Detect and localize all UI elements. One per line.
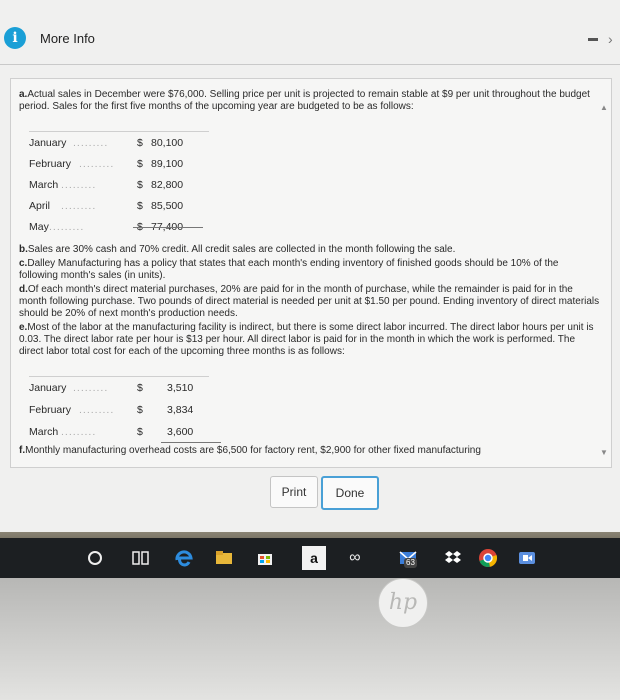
item-d-label: d. bbox=[19, 284, 28, 295]
amount-value: 85,500 bbox=[151, 200, 184, 212]
currency-symbol: $ bbox=[137, 200, 143, 212]
leader-dots: ......... bbox=[61, 200, 97, 212]
scroll-up-icon[interactable]: ▲ bbox=[600, 103, 608, 112]
currency-symbol: $ bbox=[137, 382, 143, 394]
done-button[interactable]: Done bbox=[321, 476, 379, 510]
table-row: February......... $89,100 bbox=[29, 155, 249, 173]
leader-dots: ......... bbox=[61, 179, 97, 191]
month-label: January bbox=[29, 137, 67, 149]
currency-symbol: $ bbox=[137, 158, 143, 170]
month-label: January bbox=[29, 382, 67, 394]
taskbar: a ∞ 63 bbox=[0, 538, 620, 578]
item-e-text: Most of the labor at the manufacturing f… bbox=[19, 322, 594, 357]
item-b: b.Sales are 30% cash and 70% credit. All… bbox=[19, 244, 599, 256]
amount-value: 82,800 bbox=[151, 179, 184, 191]
item-a-text: Actual sales in December were $76,000. S… bbox=[19, 89, 590, 112]
currency-symbol: $ bbox=[137, 404, 143, 416]
item-b-label: b. bbox=[19, 244, 28, 255]
laptop-bezel: hp bbox=[0, 578, 620, 700]
store-icon[interactable] bbox=[253, 546, 277, 570]
more-info-dialog: i More Info › a.Actual sales in December… bbox=[0, 0, 620, 532]
edge-icon[interactable] bbox=[172, 546, 196, 570]
hp-logo: hp bbox=[378, 578, 428, 628]
item-c-text: Dalley Manufacturing has a policy that s… bbox=[19, 258, 559, 281]
mail-badge: 63 bbox=[404, 558, 417, 568]
amount-value: 89,100 bbox=[151, 158, 184, 170]
item-f-text: Monthly manufacturing overhead costs are… bbox=[25, 445, 481, 456]
leader-dots: ......... bbox=[73, 382, 109, 394]
screen: i More Info › a.Actual sales in December… bbox=[0, 0, 620, 700]
labor-total-underline bbox=[161, 442, 221, 443]
month-label: February bbox=[29, 158, 72, 170]
info-content-panel[interactable]: a.Actual sales in December were $76,000.… bbox=[10, 78, 612, 468]
amazon-icon[interactable]: a bbox=[302, 546, 326, 570]
item-d: d.Of each month's direct material purcha… bbox=[19, 284, 601, 320]
month-label: February bbox=[29, 404, 72, 416]
item-b-text: Sales are 30% cash and 70% credit. All c… bbox=[27, 244, 456, 255]
leader-dots: ......... bbox=[61, 426, 97, 438]
leader-dots: ......... bbox=[79, 158, 115, 170]
info-icon: i bbox=[4, 27, 26, 49]
task-view-icon[interactable] bbox=[128, 546, 152, 570]
table-row: March......... $3,600 bbox=[29, 423, 249, 441]
chrome-icon[interactable] bbox=[476, 546, 500, 570]
leader-dots: ......... bbox=[73, 137, 109, 149]
dialog-titlebar: i More Info › bbox=[0, 18, 620, 60]
table-row: February......... $3,834 bbox=[29, 401, 249, 419]
item-e: e.Most of the labor at the manufacturing… bbox=[19, 322, 601, 358]
table-separator bbox=[29, 376, 209, 377]
amount-value: 3,834 bbox=[167, 404, 194, 416]
amount-value: 80,100 bbox=[151, 137, 184, 149]
table-separator bbox=[29, 131, 209, 132]
table-row: January......... $3,510 bbox=[29, 379, 249, 397]
table-row: April......... $85,500 bbox=[29, 197, 249, 215]
people-icon[interactable]: ∞ bbox=[343, 546, 367, 570]
dropbox-icon[interactable] bbox=[441, 546, 465, 570]
currency-symbol: $ bbox=[137, 426, 143, 438]
item-c: c.Dalley Manufacturing has a policy that… bbox=[19, 258, 589, 282]
leader-dots: ......... bbox=[79, 404, 115, 416]
month-label: May bbox=[29, 221, 49, 233]
table-row: March......... $82,800 bbox=[29, 176, 249, 194]
file-explorer-icon[interactable] bbox=[212, 546, 236, 570]
table-row: January......... $80,100 bbox=[29, 134, 249, 152]
mail-icon[interactable]: 63 bbox=[396, 546, 420, 570]
expand-icon[interactable]: › bbox=[608, 31, 613, 47]
amount-value: 3,600 bbox=[167, 426, 194, 438]
item-d-text: Of each month's direct material purchase… bbox=[19, 284, 600, 319]
month-label: March bbox=[29, 426, 59, 438]
sales-total-underline bbox=[133, 227, 203, 228]
print-button[interactable]: Print bbox=[270, 476, 318, 508]
item-a: a.Actual sales in December were $76,000.… bbox=[19, 89, 594, 113]
item-f: f.Monthly manufacturing overhead costs a… bbox=[19, 445, 604, 457]
title-divider bbox=[0, 64, 620, 65]
cortana-icon[interactable] bbox=[83, 546, 107, 570]
dialog-title: More Info bbox=[40, 31, 95, 46]
month-label: April bbox=[29, 200, 51, 212]
scroll-down-icon[interactable]: ▼ bbox=[600, 448, 608, 457]
amount-value: 3,510 bbox=[167, 382, 194, 394]
month-label: March bbox=[29, 179, 59, 191]
currency-symbol: $ bbox=[137, 137, 143, 149]
video-app-icon[interactable] bbox=[515, 546, 539, 570]
currency-symbol: $ bbox=[137, 179, 143, 191]
minimize-icon[interactable] bbox=[588, 38, 598, 41]
leader-dots: ......... bbox=[49, 221, 85, 233]
